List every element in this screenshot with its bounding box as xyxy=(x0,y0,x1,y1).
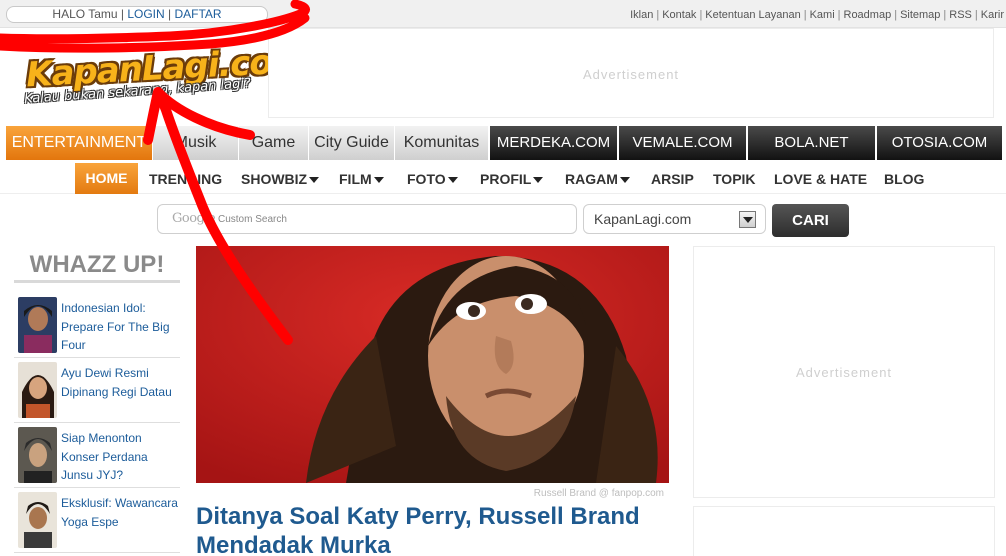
news-title[interactable]: Ayu Dewi Resmi Dipinang Regi Datau xyxy=(61,364,179,401)
nav-merdeka[interactable]: MERDEKA.COM xyxy=(488,126,617,160)
subnav-home[interactable]: HOME xyxy=(75,163,138,194)
subnav-arsip[interactable]: ARSIP xyxy=(651,160,694,194)
chevron-down-icon xyxy=(533,177,544,183)
chevron-down-icon xyxy=(373,177,384,183)
nav-game[interactable]: Game xyxy=(238,126,308,160)
banner-ad[interactable]: Advertisement xyxy=(268,28,994,118)
link-karir[interactable]: Karir xyxy=(981,9,1004,21)
link-sitemap[interactable]: Sitemap xyxy=(900,9,940,21)
search-button[interactable]: CARI xyxy=(772,204,849,237)
google-wordmark: Google xyxy=(172,211,216,226)
search-placeholder: Custom Search xyxy=(218,214,287,225)
ad-label: Advertisement xyxy=(582,67,680,82)
chevron-down-icon[interactable] xyxy=(739,211,756,228)
subnav-trending-label: TRENDING xyxy=(149,171,223,187)
subnav-trending[interactable]: TRENDING xyxy=(149,160,222,194)
subnav-showbiz[interactable]: SHOWBIZ xyxy=(241,160,320,194)
site-select[interactable]: KapanLagi.com xyxy=(583,204,766,234)
search-input[interactable]: Google Custom Search xyxy=(157,204,577,234)
chevron-down-icon xyxy=(309,177,320,183)
subnav-profil[interactable]: PROFIL xyxy=(480,160,544,194)
subnav-love-hate[interactable]: LOVE & HATE xyxy=(774,160,867,194)
link-iklan[interactable]: Iklan xyxy=(630,9,653,21)
site-select-value: KapanLagi.com xyxy=(594,211,692,227)
main-nav: ENTERTAINMENT Musik Game City Guide Komu… xyxy=(6,126,1002,160)
featured-headline[interactable]: Ditanya Soal Katy Perry, Russell Brand M… xyxy=(196,502,676,556)
subnav-foto[interactable]: FOTO xyxy=(407,160,458,194)
link-ketentuan-layanan[interactable]: Ketentuan Layanan xyxy=(705,9,800,21)
news-title[interactable]: Eksklusif: Wawancara Yoga Espe xyxy=(61,494,179,531)
link-roadmap[interactable]: Roadmap xyxy=(844,9,892,21)
site-logo[interactable]: KapanLagi.com Kalau bukan sekarang, kapa… xyxy=(14,36,307,118)
list-item[interactable]: Indonesian Idol: Prepare For The Big Fou… xyxy=(14,293,180,358)
featured-image[interactable] xyxy=(196,246,669,483)
subnav-topik[interactable]: TOPIK xyxy=(713,160,756,194)
top-bar: HALO Tamu | LOGIN | DAFTAR Iklan | Kontak |… xyxy=(0,0,1006,28)
nav-otosia[interactable]: OTOSIA.COM xyxy=(875,126,1002,160)
nav-bola[interactable]: BOLA.NET xyxy=(746,126,875,160)
news-thumbnail[interactable] xyxy=(18,492,57,548)
nav-musik[interactable]: Musik xyxy=(152,126,238,160)
page: HALO Tamu | LOGIN | DAFTAR Iklan | Kontak |… xyxy=(0,0,1006,556)
utility-links: Iklan | Kontak | Ketentuan Layanan | Kami | Road… xyxy=(630,9,1004,21)
list-item[interactable]: Eksklusif: Wawancara Yoga Espe xyxy=(14,488,180,553)
sidebar-ad-secondary[interactable] xyxy=(693,506,995,556)
image-caption: Russell Brand @ fanpop.com xyxy=(533,488,664,499)
news-title[interactable]: Indonesian Idol: Prepare For The Big Fou… xyxy=(61,299,179,355)
ad-label: Advertisement xyxy=(795,365,893,380)
nav-city-guide[interactable]: City Guide xyxy=(308,126,394,160)
greeting-text: HALO Tamu xyxy=(52,7,118,21)
subnav-blog[interactable]: BLOG xyxy=(884,160,924,194)
list-item[interactable]: Siap Menonton Konser Perdana Junsu JYJ? xyxy=(14,423,180,488)
nav-komunitas[interactable]: Komunitas xyxy=(394,126,488,160)
news-thumbnail[interactable] xyxy=(18,427,57,483)
whazz-up-heading: WHAZZ UP! xyxy=(14,248,180,283)
sub-nav: HOME TRENDING SHOWBIZ FILM FOTO PROFIL R… xyxy=(0,160,1006,194)
nav-entertainment[interactable]: ENTERTAINMENT xyxy=(6,126,152,160)
link-rss[interactable]: RSS xyxy=(949,9,972,21)
subnav-profil-label: PROFIL xyxy=(480,171,532,187)
register-link[interactable]: DAFTAR xyxy=(174,7,221,21)
subnav-film-label: FILM xyxy=(339,171,372,187)
subnav-showbiz-label: SHOWBIZ xyxy=(241,171,308,187)
news-thumbnail[interactable] xyxy=(18,362,57,418)
subnav-foto-label: FOTO xyxy=(407,171,446,187)
sidebar-ad[interactable]: Advertisement xyxy=(693,246,995,498)
subnav-ragam-label: RAGAM xyxy=(565,171,618,187)
subnav-film[interactable]: FILM xyxy=(339,160,384,194)
login-box: HALO Tamu | LOGIN | DAFTAR xyxy=(6,6,268,23)
link-kami[interactable]: Kami xyxy=(810,9,835,21)
nav-vemale[interactable]: VEMALE.COM xyxy=(617,126,746,160)
news-thumbnail[interactable] xyxy=(18,297,57,353)
login-link[interactable]: LOGIN xyxy=(127,7,164,21)
news-title[interactable]: Siap Menonton Konser Perdana Junsu JYJ? xyxy=(61,429,179,485)
link-kontak[interactable]: Kontak xyxy=(662,9,696,21)
chevron-down-icon xyxy=(619,177,630,183)
subnav-ragam[interactable]: RAGAM xyxy=(565,160,630,194)
chevron-down-icon xyxy=(447,177,458,183)
list-item[interactable]: Ayu Dewi Resmi Dipinang Regi Datau xyxy=(14,358,180,423)
